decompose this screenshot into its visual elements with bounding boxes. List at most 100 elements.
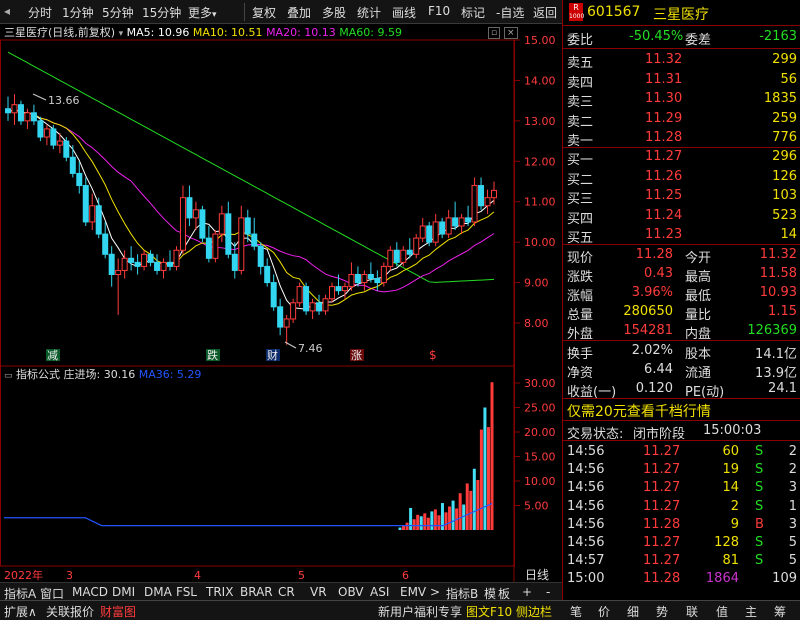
- level-volume: 296: [772, 149, 797, 164]
- candle-body: [238, 217, 245, 271]
- bid-row[interactable]: 买二 11.26 126: [563, 168, 800, 188]
- tab-5min[interactable]: 5分钟: [102, 4, 134, 21]
- indicator-tab-12[interactable]: EMV: [400, 585, 426, 599]
- ask-row[interactable]: 卖三 11.30 1835: [563, 90, 800, 110]
- candle-body: [121, 257, 128, 271]
- stat2-row[interactable]: 净资 6.44 流通 13.9亿: [563, 361, 800, 381]
- indicator-tab-13[interactable]: >: [430, 585, 440, 599]
- tab-15min[interactable]: 15分钟: [142, 4, 181, 21]
- ask-row[interactable]: 卖四 11.31 56: [563, 71, 800, 91]
- indicator-tab-17[interactable]: +: [522, 585, 532, 599]
- stat2-row[interactable]: 换手 2.02% 股本 14.1亿: [563, 342, 800, 362]
- more-menu[interactable]: 更多▾: [188, 4, 217, 21]
- related-quote-tab[interactable]: 关联报价: [46, 603, 94, 620]
- x-year: 2022年: [4, 568, 43, 582]
- tab-fenshi[interactable]: 分时: [28, 4, 52, 21]
- candle-body: [43, 128, 50, 138]
- ask-row[interactable]: 卖二 11.29 259: [563, 110, 800, 130]
- tick-row[interactable]: 14:56 11.27 2 S 1: [563, 498, 800, 517]
- nav-xi[interactable]: 细: [627, 603, 639, 620]
- indicator-tab-3[interactable]: DMI: [112, 585, 135, 599]
- indicator-tab-4[interactable]: DMA: [144, 585, 172, 599]
- wealth-chart-tab[interactable]: 财富图: [100, 603, 136, 620]
- nav-jia[interactable]: 价: [598, 603, 610, 620]
- candle-body: [445, 217, 452, 235]
- tick-row[interactable]: 14:56 11.27 60 S 2: [563, 443, 800, 462]
- candle-body: [354, 273, 361, 284]
- ask-row[interactable]: 卖一 11.28 776: [563, 129, 800, 149]
- candle-body: [316, 302, 323, 312]
- candle-body: [251, 233, 258, 247]
- stat2-row[interactable]: 收益(一) 0.120 PE(动) 24.1: [563, 380, 800, 400]
- indicator-tab-6[interactable]: TRIX: [206, 585, 233, 599]
- candle-body: [134, 261, 141, 267]
- tick-time: 14:56: [567, 535, 605, 550]
- indicator-tab-9[interactable]: VR: [310, 585, 327, 599]
- indicator-tab-8[interactable]: CR: [278, 585, 295, 599]
- stat-row[interactable]: 总量 280650 量比 1.15: [563, 303, 800, 323]
- expand-button[interactable]: 扩展∧: [4, 603, 37, 620]
- tick-row[interactable]: 14:57 11.27 81 S 5: [563, 552, 800, 571]
- sidebar-link[interactable]: 侧边栏: [516, 603, 552, 620]
- fuquan-button[interactable]: 复权: [252, 4, 276, 21]
- promo-link[interactable]: 新用户福利专享: [378, 603, 462, 620]
- nav-shi[interactable]: 势: [656, 603, 668, 620]
- candle-body: [329, 286, 335, 300]
- market-badge: R 1000: [569, 3, 584, 21]
- indicator-tab-7[interactable]: BRAR: [240, 585, 273, 599]
- indicator-tab-10[interactable]: OBV: [338, 585, 364, 599]
- nav-chou[interactable]: 筹: [774, 603, 786, 620]
- bid-row[interactable]: 买四 11.24 523: [563, 207, 800, 227]
- stat-row[interactable]: 外盘 154281 内盘 126369: [563, 322, 800, 342]
- promo-banner[interactable]: 仅需20元查看千档行情: [567, 401, 711, 421]
- level-label: 卖四: [567, 75, 594, 91]
- nav-zhu[interactable]: 主: [745, 603, 757, 620]
- candle-body: [76, 172, 83, 187]
- tick-side: S: [755, 444, 764, 459]
- indicator-tab-2[interactable]: MACD: [72, 585, 108, 599]
- signal-cai: 财: [267, 348, 278, 362]
- indicator-tab-5[interactable]: FSL: [176, 585, 197, 599]
- indicator-tab-11[interactable]: ASI: [370, 585, 389, 599]
- tab-1min[interactable]: 1分钟: [62, 4, 94, 21]
- ask-row[interactable]: 卖五 11.32 299: [563, 51, 800, 71]
- stat-row[interactable]: 涨跌 0.43 最高 11.58: [563, 265, 800, 285]
- tick-price: 11.27: [643, 535, 681, 550]
- level-price: 11.30: [645, 91, 683, 106]
- biaoji-button[interactable]: 标记: [461, 4, 485, 21]
- indicator-name[interactable]: 指标公式: [16, 368, 60, 381]
- candle-body: [154, 261, 161, 271]
- indicator-tab-18[interactable]: -: [546, 585, 550, 599]
- huaxian-button[interactable]: 画线: [392, 4, 416, 21]
- more-label: 更多: [188, 6, 213, 20]
- stat-row[interactable]: 现价 11.28 今开 11.32: [563, 246, 800, 266]
- nav-zhi[interactable]: 值: [716, 603, 728, 620]
- f10-button[interactable]: F10: [428, 4, 450, 18]
- nav-lian[interactable]: 联: [686, 603, 698, 620]
- back-button[interactable]: 返回: [533, 4, 557, 21]
- indicator-collapse-icon[interactable]: ▭: [4, 371, 13, 381]
- scroll-left-icon[interactable]: ◂: [4, 4, 10, 18]
- diejia-button[interactable]: 叠加: [287, 4, 311, 21]
- kline-chart[interactable]: 13.66 7.46 减 跌 财 涨 $ 15.00 14.00 13.00 12.0…: [0, 24, 562, 582]
- zixuan-button[interactable]: -自选: [496, 4, 524, 21]
- bid-row[interactable]: 买一 11.27 296: [563, 148, 800, 168]
- indicator-tick: 30.00: [524, 377, 556, 390]
- tick-row[interactable]: 14:56 11.27 19 S 2: [563, 461, 800, 480]
- bid-row[interactable]: 买五 11.23 14: [563, 226, 800, 246]
- tick-row[interactable]: 14:56 11.28 9 B 3: [563, 516, 800, 535]
- tuwen-f10-link[interactable]: 图文F10: [466, 603, 512, 620]
- tick-row[interactable]: 15:00 11.28 1864 109: [563, 570, 800, 589]
- bid-row[interactable]: 买三 11.25 103: [563, 187, 800, 207]
- nav-bi[interactable]: 笔: [570, 603, 582, 620]
- tongji-button[interactable]: 统计: [357, 4, 381, 21]
- duogu-button[interactable]: 多股: [322, 4, 346, 21]
- stat-row[interactable]: 涨幅 3.96% 最低 10.93: [563, 284, 800, 304]
- tick-row[interactable]: 14:56 11.27 128 S 5: [563, 534, 800, 553]
- ma36-legend: MA36: 5.29: [138, 368, 202, 381]
- indicator-bar: [437, 515, 441, 530]
- candle-body: [218, 213, 225, 235]
- tick-row[interactable]: 14:56 11.27 14 S 3: [563, 479, 800, 498]
- candle-body: [63, 140, 70, 158]
- tick-count: 2: [788, 444, 797, 459]
